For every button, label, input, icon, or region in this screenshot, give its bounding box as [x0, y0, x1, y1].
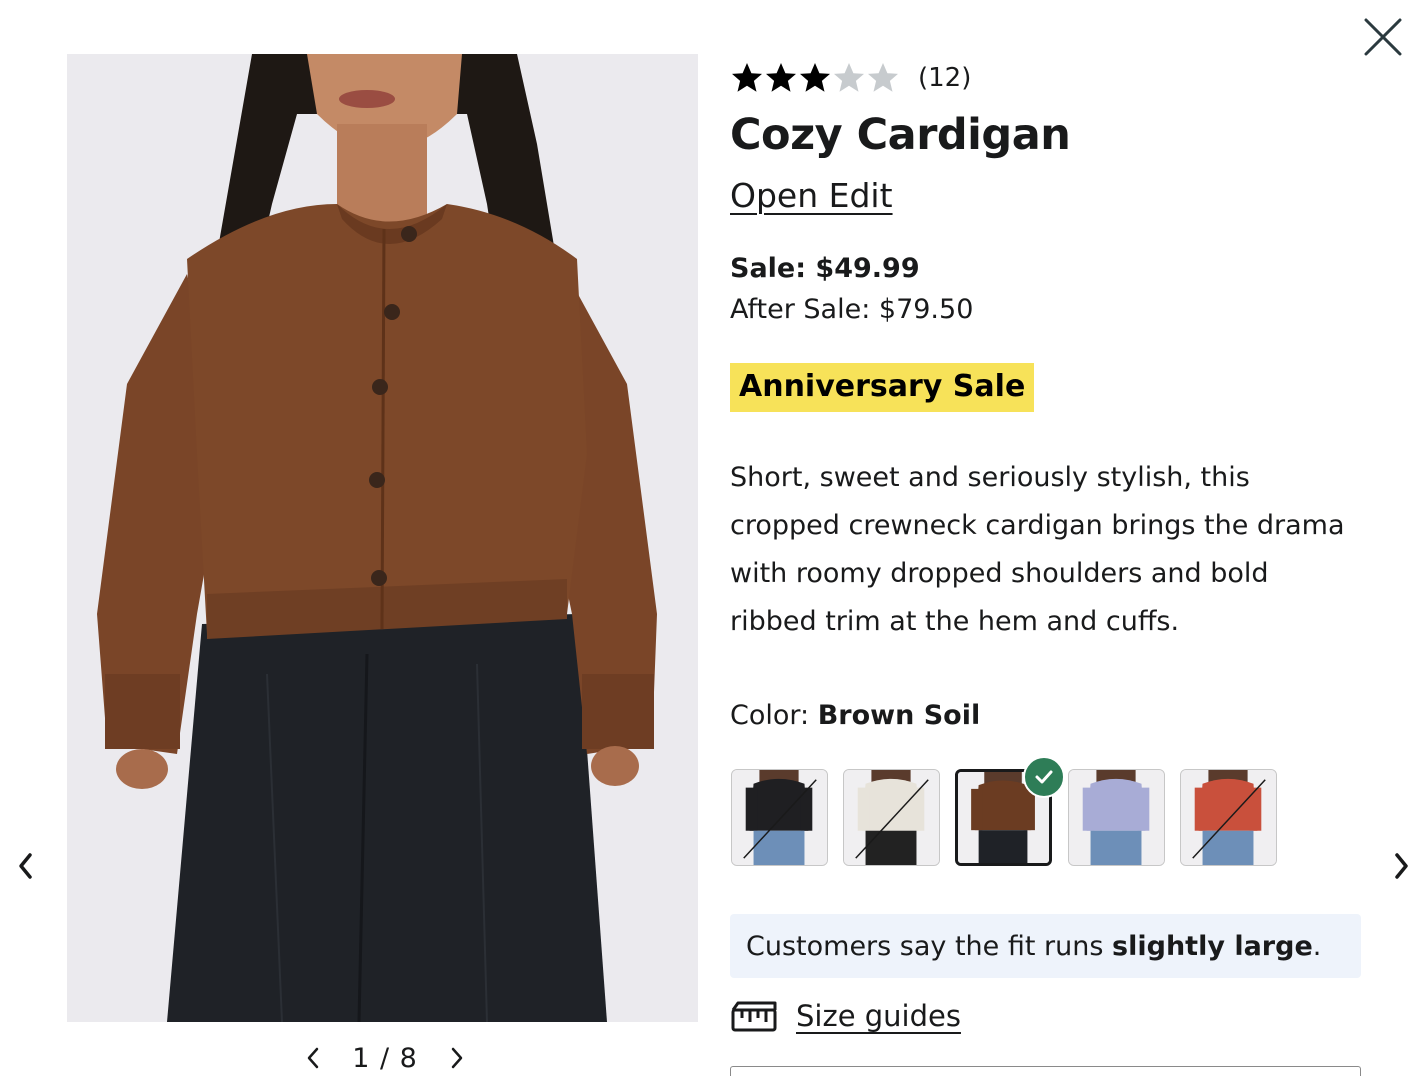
check-icon: [1035, 770, 1053, 784]
next-product-button[interactable]: [1384, 846, 1412, 886]
chevron-left-icon: [307, 1047, 319, 1069]
star-icon: [732, 63, 762, 92]
sale-price: Sale: $49.99: [730, 253, 920, 284]
previous-product-button[interactable]: [9, 846, 43, 886]
color-swatch-lavender[interactable]: [1068, 769, 1165, 866]
image-counter: 1 / 8: [352, 1042, 418, 1074]
sale-badge: Anniversary Sale: [730, 363, 1035, 412]
color-swatches: [731, 769, 1291, 869]
fit-note-suffix: .: [1312, 930, 1322, 962]
product-details: (12) Cozy Cardigan Open Edit Sale: $49.9…: [730, 56, 1362, 646]
previous-image-button[interactable]: [300, 1043, 326, 1073]
size-guides-link[interactable]: Size guides: [730, 998, 961, 1034]
next-image-button[interactable]: [444, 1043, 470, 1073]
size-selector-top-edge[interactable]: [730, 1066, 1361, 1076]
chevron-left-icon: [19, 853, 32, 879]
star-icon: [834, 63, 864, 92]
image-pager: 1 / 8: [300, 1040, 470, 1076]
fit-note: Customers say the fit runs slightly larg…: [730, 914, 1361, 978]
star-icon: [868, 63, 898, 92]
brand-link[interactable]: Open Edit: [730, 176, 893, 215]
chevron-right-icon: [451, 1047, 463, 1069]
after-sale-price: After Sale: $79.50: [730, 294, 974, 325]
chevron-right-icon: [1395, 853, 1408, 879]
color-label: Color: Brown Soil: [730, 700, 980, 731]
swatch-thumbnail: [1069, 770, 1164, 865]
rating[interactable]: (12): [730, 56, 1362, 100]
ruler-icon: [731, 1001, 777, 1032]
review-count: (12): [918, 63, 972, 93]
swatch-thumbnail: [1181, 770, 1276, 865]
color-label-prefix: Color:: [730, 700, 818, 731]
close-icon: [1364, 18, 1402, 56]
color-swatch-ivory[interactable]: [843, 769, 940, 866]
product-image[interactable]: [67, 54, 698, 1022]
close-button[interactable]: [1360, 14, 1406, 60]
selected-color-name: Brown Soil: [817, 700, 981, 731]
product-photo-illustration: [67, 54, 698, 1022]
fit-note-emphasis: slightly large: [1112, 930, 1313, 962]
swatch-thumbnail: [732, 770, 827, 865]
fit-note-prefix: Customers say the fit runs: [746, 930, 1104, 962]
size-guides-label: Size guides: [796, 999, 961, 1033]
star-icon: [800, 63, 830, 92]
star-rating: [730, 61, 900, 95]
color-swatch-black[interactable]: [731, 769, 828, 866]
product-title: Cozy Cardigan: [730, 110, 1071, 160]
product-description: Short, sweet and seriously stylish, this…: [730, 462, 1345, 637]
selected-check-badge: [1023, 756, 1065, 798]
swatch-thumbnail: [844, 770, 939, 865]
star-icon: [766, 63, 796, 92]
color-swatch-red[interactable]: [1180, 769, 1277, 866]
